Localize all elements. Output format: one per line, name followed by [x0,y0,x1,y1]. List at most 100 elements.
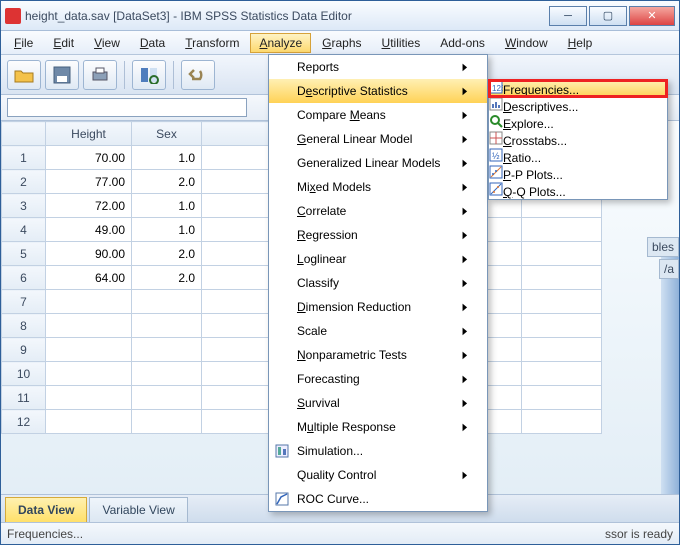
row-header[interactable]: 6 [2,266,46,290]
menu-add-ons[interactable]: Add-ons [431,33,494,53]
submenu-arrow-icon: ▶ [463,86,468,97]
cell[interactable]: 1.0 [132,194,202,218]
row-header[interactable]: 5 [2,242,46,266]
titlebar[interactable]: height_data.sav [DataSet3] - IBM SPSS St… [1,1,679,31]
column-header-height[interactable]: Height [46,122,132,146]
analyze-item-multiple-response[interactable]: Multiple Response▶ [269,415,487,439]
menu-file[interactable]: File [5,33,42,53]
analyze-item-nonparametric-tests[interactable]: Nonparametric Tests▶ [269,343,487,367]
menu-edit[interactable]: Edit [44,33,83,53]
menu-analyze[interactable]: Analyze [250,33,311,53]
analyze-item-forecasting[interactable]: Forecasting▶ [269,367,487,391]
cell[interactable] [46,314,132,338]
cell-value-input[interactable] [7,98,247,117]
freq-icon: 123 [489,83,503,97]
row-header[interactable]: 2 [2,170,46,194]
cell[interactable] [132,314,202,338]
analyze-item-dimension-reduction[interactable]: Dimension Reduction▶ [269,295,487,319]
analyze-item-general-linear-model[interactable]: General Linear Model▶ [269,127,487,151]
clipped-label-bles: bles [647,237,679,257]
desc-item-p-p-plots[interactable]: P-P Plots... [489,165,667,182]
cell[interactable]: 2.0 [132,266,202,290]
row-header[interactable]: 10 [2,362,46,386]
analyze-item-scale[interactable]: Scale▶ [269,319,487,343]
expl-icon [489,117,503,131]
desc-item-q-q-plots[interactable]: Q-Q Plots... [489,182,667,199]
desc-item-crosstabs[interactable]: Crosstabs... [489,131,667,148]
analyze-item-simulation[interactable]: Simulation... [269,439,487,463]
menu-graphs[interactable]: Graphs [313,33,370,53]
analyze-item-classify[interactable]: Classify▶ [269,271,487,295]
goto-case-button[interactable] [132,60,166,90]
cell[interactable] [132,290,202,314]
cell[interactable] [46,290,132,314]
analyze-item-quality-control[interactable]: Quality Control▶ [269,463,487,487]
cell[interactable] [132,386,202,410]
analyze-item-roc-curve[interactable]: ROC Curve... [269,487,487,511]
row-header[interactable]: 1 [2,146,46,170]
analyze-item-correlate[interactable]: Correlate▶ [269,199,487,223]
submenu-arrow-icon: ▶ [463,134,468,145]
tab-data-view[interactable]: Data View [5,497,87,522]
cell[interactable]: 72.00 [46,194,132,218]
row-header[interactable]: 4 [2,218,46,242]
qq-icon [489,185,503,199]
submenu-arrow-icon: ▶ [463,470,468,481]
row-header[interactable]: 7 [2,290,46,314]
submenu-arrow-icon: ▶ [463,326,468,337]
cell[interactable] [46,338,132,362]
close-button[interactable]: ✕ [629,6,675,26]
submenu-arrow-icon: ▶ [463,302,468,313]
column-header-sex[interactable]: Sex [132,122,202,146]
cell[interactable]: 1.0 [132,146,202,170]
cell[interactable]: 77.00 [46,170,132,194]
analyze-item-descriptive-statistics[interactable]: Descriptive Statistics▶ [269,79,487,103]
analyze-item-compare-means[interactable]: Compare Means▶ [269,103,487,127]
menu-window[interactable]: Window [496,33,557,53]
maximize-button[interactable]: ▢ [589,6,627,26]
cell[interactable] [46,362,132,386]
open-file-button[interactable] [7,60,41,90]
desc-item-frequencies[interactable]: 123Frequencies... [489,80,667,97]
analyze-item-reports[interactable]: Reports▶ [269,55,487,79]
cell[interactable]: 70.00 [46,146,132,170]
menu-help[interactable]: Help [559,33,602,53]
menu-data[interactable]: Data [131,33,174,53]
cell[interactable]: 64.00 [46,266,132,290]
analyze-item-generalized-linear-models[interactable]: Generalized Linear Models▶ [269,151,487,175]
cell[interactable]: 2.0 [132,242,202,266]
row-header[interactable]: 9 [2,338,46,362]
menu-utilities[interactable]: Utilities [373,33,430,53]
menu-transform[interactable]: Transform [176,33,248,53]
tab-variable-view[interactable]: Variable View [89,497,187,522]
minimize-button[interactable]: ─ [549,6,587,26]
row-header[interactable]: 3 [2,194,46,218]
cell[interactable]: 1.0 [132,218,202,242]
cell[interactable] [132,362,202,386]
cell[interactable] [46,386,132,410]
desc-item-descriptives[interactable]: Descriptives... [489,97,667,114]
menu-view[interactable]: View [85,33,129,53]
print-button[interactable] [83,60,117,90]
desc-item-explore[interactable]: Explore... [489,114,667,131]
row-header[interactable]: 11 [2,386,46,410]
analyze-item-loglinear[interactable]: Loglinear▶ [269,247,487,271]
cell[interactable] [132,338,202,362]
cell[interactable]: 2.0 [132,170,202,194]
cell[interactable]: 90.00 [46,242,132,266]
cell[interactable] [132,410,202,434]
desc-item-ratio[interactable]: ½Ratio... [489,148,667,165]
row-header[interactable]: 12 [2,410,46,434]
svg-text:½: ½ [492,151,500,161]
submenu-arrow-icon: ▶ [463,206,468,217]
analyze-menu: Reports▶Descriptive Statistics▶Compare M… [268,54,488,512]
cell[interactable] [46,410,132,434]
analyze-item-regression[interactable]: Regression▶ [269,223,487,247]
analyze-item-survival[interactable]: Survival▶ [269,391,487,415]
submenu-arrow-icon: ▶ [463,110,468,121]
undo-button[interactable] [181,60,215,90]
save-button[interactable] [45,60,79,90]
cell[interactable]: 49.00 [46,218,132,242]
row-header[interactable]: 8 [2,314,46,338]
analyze-item-mixed-models[interactable]: Mixed Models▶ [269,175,487,199]
